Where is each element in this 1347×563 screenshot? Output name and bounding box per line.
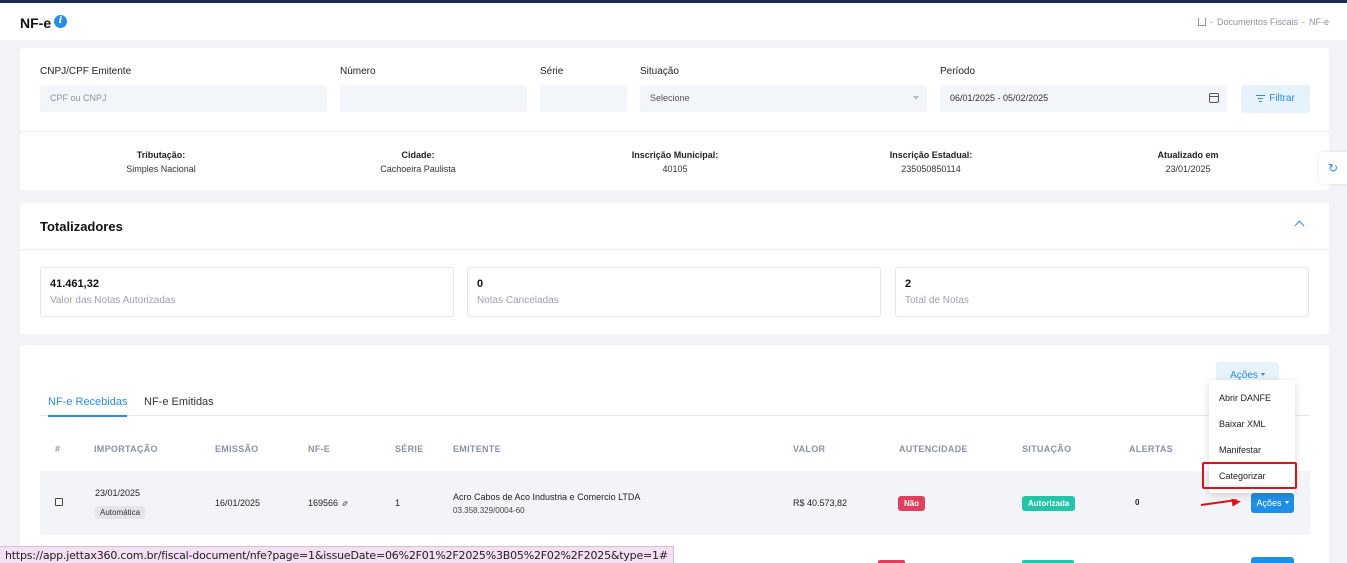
total-box-autorizadas: 41.461,32 Valor das Notas Autorizadas (40, 267, 454, 317)
tab-nfe-emitidas[interactable]: NF-e Emitidas (144, 396, 214, 415)
cell-serie: 1 (395, 498, 401, 508)
chevron-down-icon (1260, 373, 1265, 376)
info-atualizado: Atualizado em 23/01/2025 (1157, 150, 1219, 174)
numero-input[interactable] (340, 85, 527, 112)
info-inscricao-estadual: Inscrição Estadual: 235050850114 (889, 150, 973, 174)
filters-card: CNPJ/CPF Emitente CPF ou CNPJ Número Sér… (20, 48, 1329, 131)
menu-item-manifestar[interactable]: Manifestar (1219, 445, 1261, 455)
numero-label: Número (340, 66, 376, 77)
company-info-bar: Tributação: Simples Nacional Cidade: Cac… (20, 132, 1329, 190)
info-icon[interactable]: i (54, 15, 67, 28)
column-header-nfe: NF-E (308, 444, 331, 454)
authenticity-badge: Não (898, 496, 926, 511)
divider (20, 249, 1329, 250)
column-header-importacao: IMPORTAÇÃO (94, 444, 158, 454)
row-acoes-button[interactable]: Ações (1251, 493, 1294, 513)
import-type-badge: Automática (95, 506, 146, 519)
info-inscricao-municipal: Inscrição Municipal: 40105 (631, 150, 719, 174)
column-header-valor: VALOR (793, 444, 826, 454)
home-icon[interactable] (1197, 18, 1206, 26)
situacao-label: Situação (640, 66, 679, 77)
cell-valor: R$ 40.573,82 (793, 498, 848, 508)
column-header-emissao: EMISSÃO (215, 444, 259, 454)
periodo-label: Período (940, 66, 976, 77)
breadcrumb-item-nfe: NF-e (1309, 17, 1329, 27)
tab-nfe-recebidas[interactable]: NF-e Recebidas (48, 396, 128, 417)
total-box-canceladas: 0 Notas Canceladas (467, 267, 881, 317)
cell-emissao: 16/01/2025 (215, 498, 261, 508)
cell-emitente-cnpj: 03.358.329/0004-60 (453, 506, 525, 515)
total-box-total-notas: 2 Total de Notas (895, 267, 1309, 317)
page-header: NF-e i - Documentos Fiscais - NF-e (0, 3, 1347, 40)
row-checkbox[interactable] (55, 498, 63, 506)
situacao-select-value: Selecione (650, 93, 690, 103)
periodo-input[interactable]: 06/01/2025 - 05/02/2025 (940, 85, 1227, 112)
filter-button[interactable]: Filtrar (1241, 85, 1310, 113)
cnpj-input[interactable]: CPF ou CNPJ (40, 85, 327, 112)
column-header-index: # (55, 444, 61, 454)
table-row: 23/01/2025 Automática 16/01/2025 169566 … (40, 471, 1310, 535)
menu-item-abrir-danfe[interactable]: Abrir DANFE (1219, 393, 1271, 403)
column-header-serie: SÉRIE (395, 444, 424, 454)
column-header-alertas: ALERTAS (1129, 444, 1173, 454)
serie-input[interactable] (540, 85, 627, 112)
column-header-emitente: EMITENTE (453, 444, 501, 454)
chevron-up-icon[interactable] (1294, 220, 1305, 231)
browser-status-url: https://app.jettax360.com.br/fiscal-docu… (0, 546, 674, 563)
menu-item-baixar-xml[interactable]: Baixar XML (1219, 419, 1266, 429)
totals-title: Totalizadores (40, 219, 123, 234)
cnpj-label: CNPJ/CPF Emitente (40, 66, 132, 77)
cell-alertas: 0 (1135, 498, 1140, 507)
refresh-icon[interactable]: ↻ (1319, 152, 1347, 184)
info-cidade: Cidade: Cachoeira Paulista (380, 150, 456, 174)
calendar-icon[interactable] (1209, 93, 1219, 103)
cell-emitente: Acro Cabos de Aco Industria e Comercio L… (453, 492, 641, 502)
annotation-highlight-box (1202, 462, 1297, 489)
totals-card: Totalizadores 41.461,32 Valor das Notas … (20, 203, 1329, 334)
chevron-down-icon (913, 96, 919, 100)
page-title: NF-e (20, 15, 52, 31)
arrow-right-icon (1231, 497, 1242, 507)
nfe-list-card: Ações NF-e Recebidas NF-e Emitidas # IMP… (20, 345, 1329, 563)
serie-label: Série (540, 66, 564, 77)
cell-importacao: 23/01/2025 (95, 488, 141, 498)
periodo-value: 06/01/2025 - 05/02/2025 (950, 93, 1049, 103)
column-header-situacao: SITUAÇÃO (1022, 444, 1072, 454)
chevron-down-icon (1284, 501, 1289, 504)
column-header-autenticidade: AUTENCIDADE (899, 444, 968, 454)
info-tributacao: Tributação: Simples Nacional (126, 150, 196, 174)
breadcrumb: - Documentos Fiscais - NF-e (1197, 17, 1329, 27)
situacao-select[interactable]: Selecione (640, 85, 927, 112)
status-badge: Autorizada (1022, 496, 1076, 511)
row-acoes-button[interactable] (1251, 557, 1294, 563)
tabs: NF-e Recebidas NF-e Emitidas (40, 389, 1310, 417)
link-icon[interactable] (341, 500, 349, 507)
cell-nfe: 169566 (308, 498, 349, 508)
filter-button-label: Filtrar (1269, 93, 1295, 104)
filter-icon (1256, 95, 1266, 102)
breadcrumb-item-documentos[interactable]: Documentos Fiscais (1217, 17, 1298, 27)
